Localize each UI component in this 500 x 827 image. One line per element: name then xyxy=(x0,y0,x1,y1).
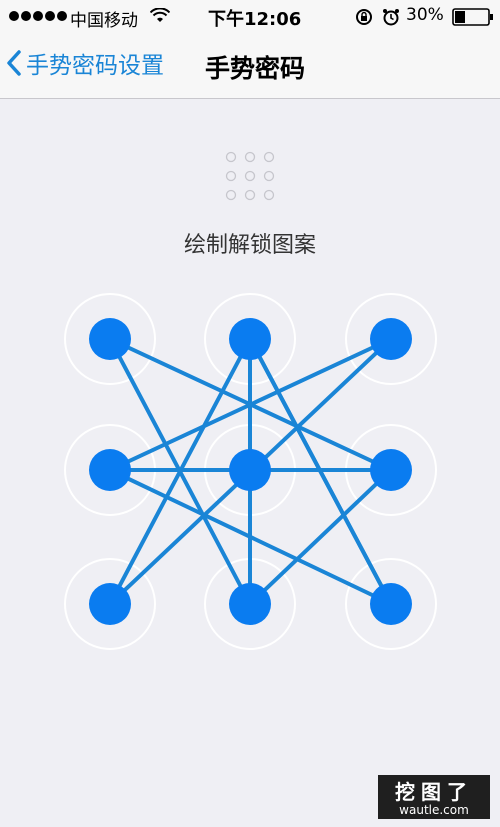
pattern-line-6-8 xyxy=(248,468,393,606)
back-button[interactable]: 手势密码设置 xyxy=(6,46,164,80)
battery-icon xyxy=(452,8,493,26)
back-button-label: 手势密码设置 xyxy=(26,53,164,79)
signal-strength-icon xyxy=(9,11,67,21)
rotation-lock-icon xyxy=(356,9,372,25)
watermark-badge: 挖图了 wautle.com xyxy=(378,775,490,819)
pattern-node-6[interactable] xyxy=(370,449,412,491)
status-bar: 中国移动 下午12:06 30% xyxy=(0,0,500,34)
pattern-node-3[interactable] xyxy=(370,318,412,360)
pattern-node-1[interactable] xyxy=(89,318,131,360)
carrier-name: 中国移动 xyxy=(70,11,138,31)
pattern-node-8[interactable] xyxy=(229,583,271,625)
clock: 下午12:06 xyxy=(208,9,302,30)
unlock-pattern-grid[interactable] xyxy=(0,99,500,719)
watermark-title: 挖图了 xyxy=(395,780,473,804)
pattern-node-7[interactable] xyxy=(89,583,131,625)
back-chevron-icon xyxy=(7,50,21,76)
pattern-node-2[interactable] xyxy=(229,318,271,360)
navigation-bar: 手势密码设置 手势密码 xyxy=(0,34,500,99)
page-title: 手势密码 xyxy=(205,54,306,83)
pattern-node-5[interactable] xyxy=(229,449,271,491)
gesture-password-screen: 绘制解锁图案 挖图了 wautle.com xyxy=(0,99,500,827)
pattern-node-4[interactable] xyxy=(89,449,131,491)
wifi-icon xyxy=(150,8,170,22)
watermark-url: wautle.com xyxy=(399,803,469,817)
pattern-node-9[interactable] xyxy=(370,583,412,625)
alarm-icon xyxy=(383,9,399,26)
battery-percentage: 30% xyxy=(406,5,444,25)
